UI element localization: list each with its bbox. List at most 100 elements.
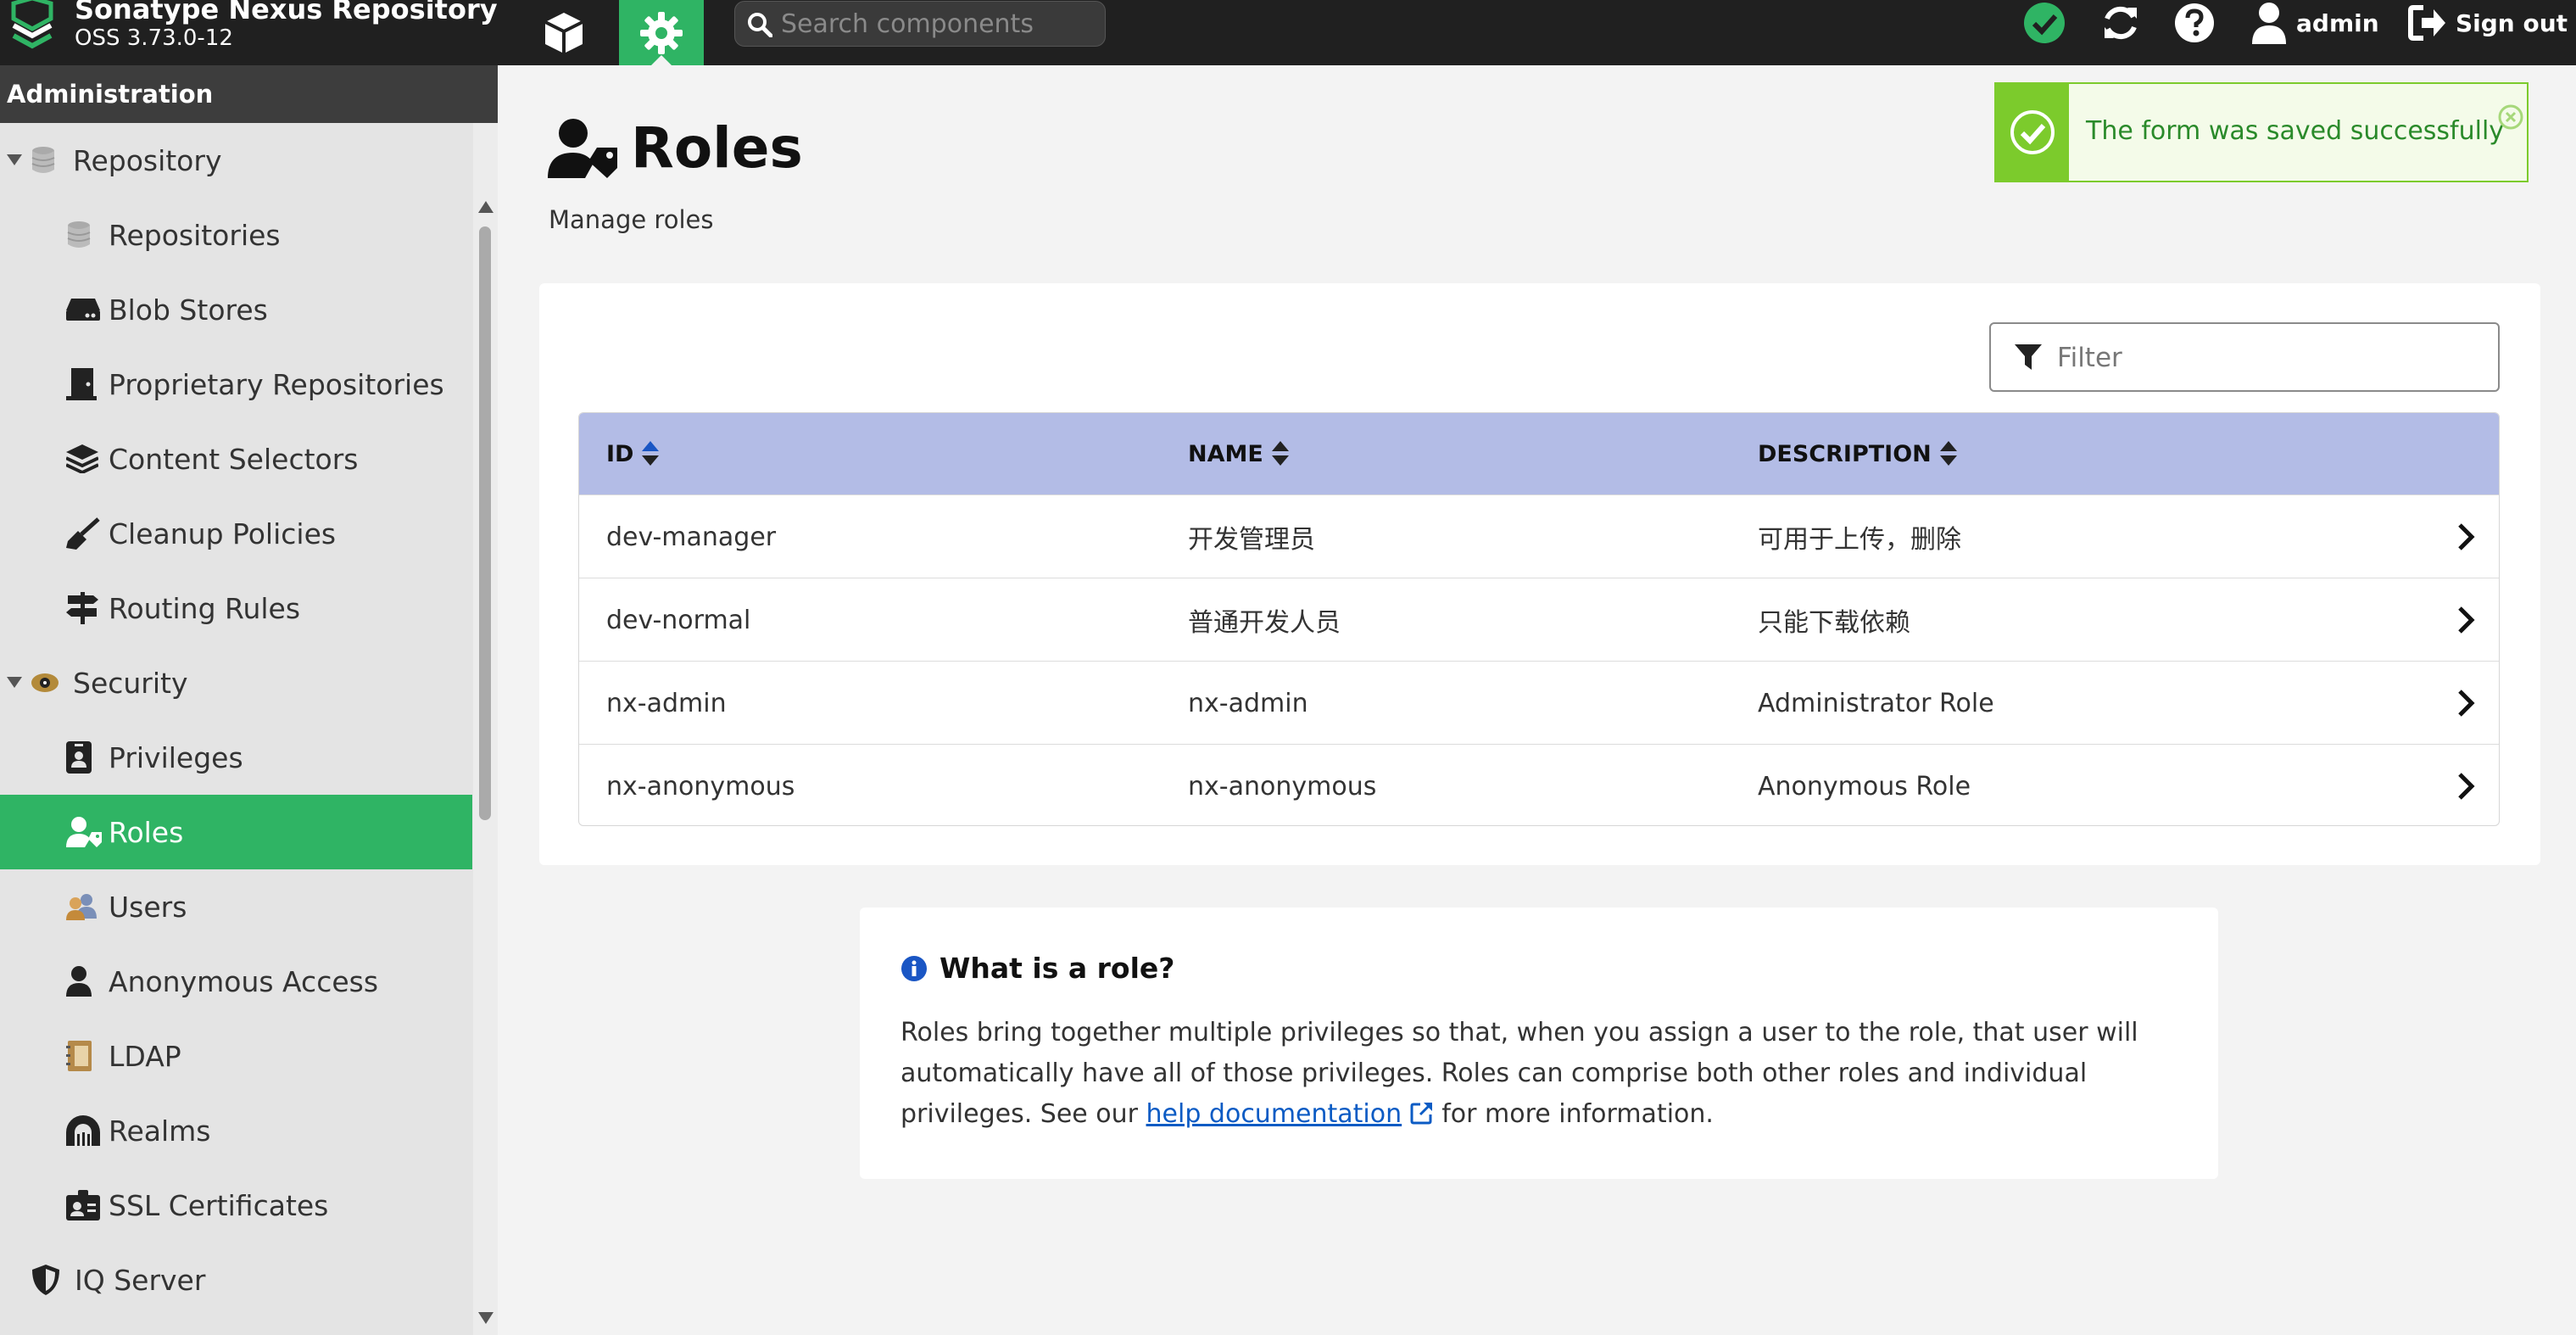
user-icon bbox=[66, 964, 103, 998]
table-row[interactable]: dev-manager 开发管理员 可用于上传，删除 bbox=[579, 494, 2499, 578]
user-tag-icon bbox=[66, 815, 103, 849]
scroll-up-arrow-icon[interactable] bbox=[478, 201, 493, 213]
search-input[interactable] bbox=[781, 7, 1095, 41]
brand-name: Sonatype Nexus Repository bbox=[75, 0, 498, 25]
sign-out-label: Sign out bbox=[2456, 8, 2568, 37]
column-header-id[interactable]: ID bbox=[606, 413, 660, 494]
sidebar-item-realms[interactable]: Realms bbox=[0, 1093, 472, 1168]
database-icon bbox=[66, 218, 103, 252]
sidebar-item-label: Content Selectors bbox=[109, 442, 359, 476]
sort-icon bbox=[1271, 441, 1289, 466]
gear-icon bbox=[640, 11, 683, 54]
system-status-button[interactable] bbox=[2023, 0, 2066, 46]
administration-button[interactable] bbox=[619, 0, 704, 65]
table-header: ID NAME DESCRIPTION bbox=[579, 413, 2499, 494]
search-box[interactable] bbox=[734, 1, 1106, 47]
cell-id: dev-normal bbox=[606, 605, 751, 635]
external-link-icon[interactable] bbox=[1410, 1101, 1434, 1125]
chevron-right-icon[interactable] bbox=[2456, 772, 2475, 801]
info-body-text-end: for more information. bbox=[1433, 1099, 1714, 1129]
info-title-text: What is a role? bbox=[940, 952, 1175, 985]
sidebar-item-label: Realms bbox=[109, 1114, 211, 1148]
dungeon-icon bbox=[66, 1114, 103, 1148]
table-row[interactable]: nx-admin nx-admin Administrator Role bbox=[579, 661, 2499, 744]
product-version: OSS 3.73.0-12 bbox=[75, 25, 233, 51]
sidebar-item-label: SSL Certificates bbox=[109, 1188, 329, 1222]
sidebar-item-iq-server[interactable]: IQ Server bbox=[0, 1243, 472, 1317]
scroll-down-arrow-icon[interactable] bbox=[478, 1312, 493, 1324]
cube-icon bbox=[544, 12, 583, 53]
sidebar-item-proprietary-repositories[interactable]: Proprietary Repositories bbox=[0, 347, 472, 422]
chevron-right-icon[interactable] bbox=[2456, 522, 2475, 551]
user-tag-icon bbox=[548, 118, 617, 178]
sidebar-nav: Repository Repositories Blob Stores Prop… bbox=[0, 123, 472, 1317]
cell-name: nx-anonymous bbox=[1188, 771, 1377, 802]
roles-panel: ID NAME DESCRIPTION dev-manager 开发管理员 可用… bbox=[539, 283, 2540, 865]
close-icon[interactable] bbox=[2498, 104, 2523, 133]
filter-box[interactable] bbox=[1989, 322, 2500, 392]
door-icon bbox=[66, 367, 103, 401]
user-icon bbox=[2252, 3, 2286, 44]
sidebar-item-repositories[interactable]: Repositories bbox=[0, 198, 472, 272]
cell-name: 普通开发人员 bbox=[1188, 608, 1341, 638]
sidebar-item-roles[interactable]: Roles bbox=[0, 795, 472, 869]
info-body: Roles bring together multiple privileges… bbox=[900, 1013, 2198, 1135]
check-circle-icon bbox=[2024, 3, 2065, 43]
filter-input[interactable] bbox=[2057, 339, 2481, 377]
sidebar-scrollbar[interactable] bbox=[473, 123, 498, 1335]
scroll-thumb[interactable] bbox=[479, 226, 491, 820]
help-documentation-link[interactable]: help documentation bbox=[1146, 1099, 1402, 1129]
layers-icon bbox=[66, 442, 103, 476]
user-menu-button[interactable]: admin bbox=[2250, 0, 2379, 46]
users-icon bbox=[66, 890, 103, 924]
chevron-right-icon[interactable] bbox=[2456, 689, 2475, 718]
id-badge-icon bbox=[66, 740, 103, 774]
sidebar-item-label: Security bbox=[73, 666, 188, 700]
broom-icon bbox=[66, 517, 103, 550]
question-circle-icon bbox=[2175, 3, 2214, 42]
toast-message: The form was saved successfully bbox=[2086, 116, 2505, 146]
sidebar-item-routing-rules[interactable]: Routing Rules bbox=[0, 571, 472, 645]
table-row[interactable]: nx-anonymous nx-anonymous Anonymous Role bbox=[579, 744, 2499, 825]
sidebar-item-label: Routing Rules bbox=[109, 591, 301, 625]
shield-icon bbox=[32, 1263, 70, 1297]
sidebar-item-users[interactable]: Users bbox=[0, 869, 472, 944]
page-header: Roles bbox=[548, 115, 803, 181]
filter-icon bbox=[2015, 344, 2042, 370]
role-info-box: What is a role? Roles bring together mul… bbox=[860, 908, 2218, 1179]
info-circle-icon bbox=[901, 955, 927, 981]
sidebar-item-security[interactable]: Security bbox=[0, 645, 472, 720]
sidebar-item-privileges[interactable]: Privileges bbox=[0, 720, 472, 795]
browse-button[interactable] bbox=[534, 0, 594, 65]
help-button[interactable] bbox=[2174, 0, 2215, 46]
sidebar-item-ldap[interactable]: LDAP bbox=[0, 1019, 472, 1093]
sidebar-item-anonymous-access[interactable]: Anonymous Access bbox=[0, 944, 472, 1019]
success-toast: The form was saved successfully bbox=[1994, 82, 2529, 182]
caret-down-icon[interactable] bbox=[7, 677, 31, 689]
sidebar-item-cleanup-policies[interactable]: Cleanup Policies bbox=[0, 496, 472, 571]
column-header-description[interactable]: DESCRIPTION bbox=[1758, 413, 1957, 494]
cell-description: 只能下载依赖 bbox=[1758, 608, 1910, 638]
sidebar-item-label: Roles bbox=[109, 815, 184, 849]
sidebar-item-label: LDAP bbox=[109, 1039, 181, 1073]
column-header-name[interactable]: NAME bbox=[1188, 413, 1289, 494]
sidebar-item-label: Privileges bbox=[109, 740, 243, 774]
sort-ascending-icon bbox=[642, 441, 660, 466]
refresh-button[interactable] bbox=[2099, 0, 2142, 46]
address-book-icon bbox=[66, 1039, 103, 1073]
sidebar-item-ssl-certificates[interactable]: SSL Certificates bbox=[0, 1168, 472, 1243]
sidebar-item-repository[interactable]: Repository bbox=[0, 123, 472, 198]
roles-table: ID NAME DESCRIPTION dev-manager 开发管理员 可用… bbox=[578, 412, 2500, 826]
sidebar-item-label: Anonymous Access bbox=[109, 964, 379, 998]
sonatype-logo-icon[interactable] bbox=[7, 0, 58, 51]
sign-out-button[interactable]: Sign out bbox=[2408, 0, 2568, 46]
caret-down-icon[interactable] bbox=[7, 154, 31, 166]
certificate-icon bbox=[66, 1188, 103, 1222]
sidebar-item-blob-stores[interactable]: Blob Stores bbox=[0, 272, 472, 347]
sidebar-item-content-selectors[interactable]: Content Selectors bbox=[0, 422, 472, 496]
table-row[interactable]: dev-normal 普通开发人员 只能下载依赖 bbox=[579, 578, 2499, 661]
signpost-icon bbox=[66, 591, 103, 625]
check-circle-icon bbox=[2010, 110, 2055, 154]
sidebar-title: Administration bbox=[0, 65, 498, 123]
chevron-right-icon[interactable] bbox=[2456, 606, 2475, 634]
